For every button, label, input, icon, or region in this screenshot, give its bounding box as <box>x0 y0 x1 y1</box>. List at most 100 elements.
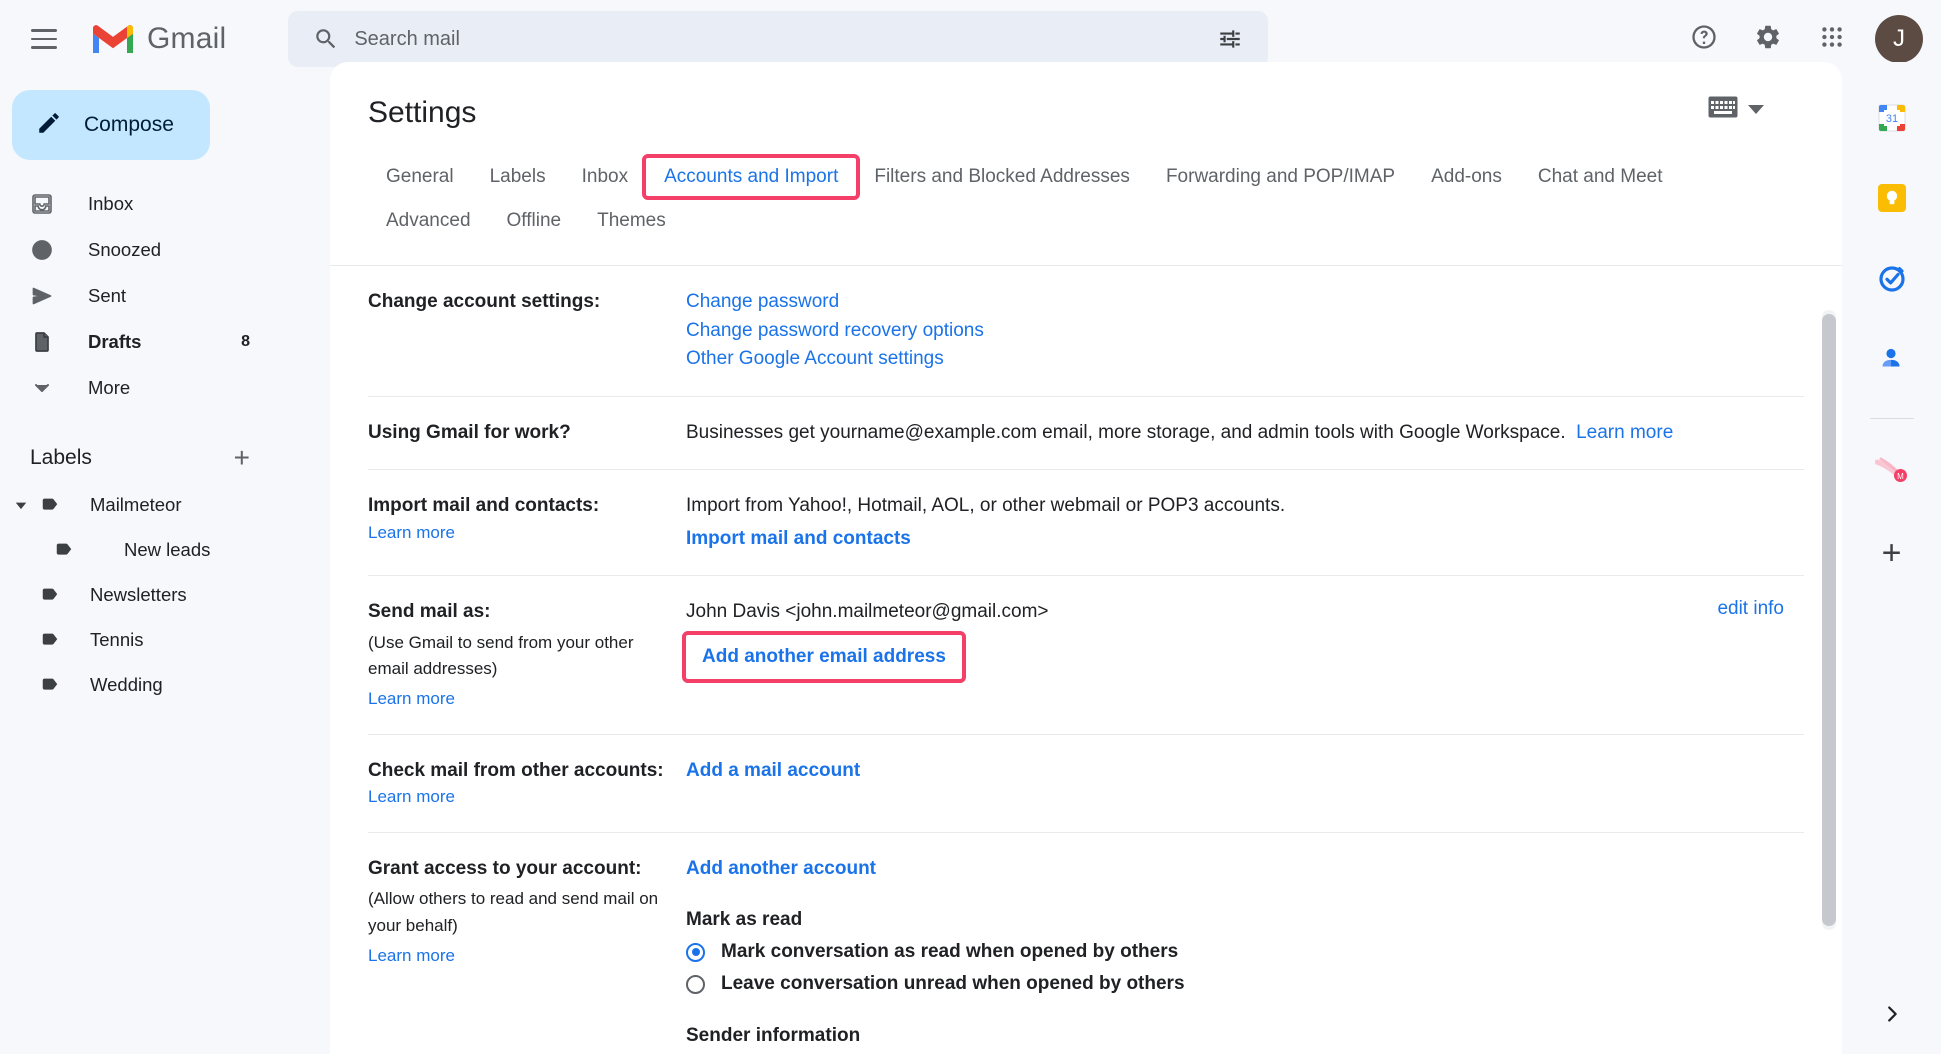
compose-button[interactable]: Compose <box>12 90 210 160</box>
settings-tabs: General Labels Inbox Accounts and Import Fil… <box>368 154 1788 240</box>
labels-header-label: Labels <box>30 446 92 469</box>
sidebar: Compose Inbox Snoozed Sent Drafts 8 More Labe… <box>0 78 330 1054</box>
tag-icon <box>34 674 68 696</box>
sidebar-label-text: Wedding <box>90 674 163 695</box>
side-panel-expand-button[interactable] <box>1881 1001 1903 1032</box>
tab-accounts-and-import[interactable]: Accounts and Import <box>642 154 861 200</box>
sidebar-item-snoozed[interactable]: Snoozed <box>0 228 330 272</box>
mark-as-read-option-1[interactable]: Leave conversation unread when opened by… <box>686 973 1804 995</box>
radio-button[interactable] <box>686 974 705 994</box>
import-mail-and-contacts-link[interactable]: Import mail and contacts <box>686 525 911 554</box>
import-description: Import from Yahoo!, Hotmail, AOL, or oth… <box>686 495 1286 516</box>
search-input[interactable] <box>348 26 1209 52</box>
add-another-email-address-link[interactable]: Add another email address <box>702 643 946 672</box>
mark-as-read-option-0[interactable]: Mark conversation as read when opened by… <box>686 941 1804 963</box>
row-import-mail-and-contacts: Import mail and contacts: Learn more Imp… <box>368 470 1804 576</box>
side-panel-contacts-button[interactable] <box>1864 332 1920 388</box>
sidebar-item-label: More <box>88 377 131 398</box>
google-calendar-icon: 31 <box>1876 102 1908 139</box>
import-learn-more-link[interactable]: Learn more <box>368 520 455 546</box>
row-using-gmail-for-work: Using Gmail for work? Businesses get you… <box>368 397 1804 470</box>
tab-chat-and-meet[interactable]: Chat and Meet <box>1520 158 1681 196</box>
radio-button[interactable] <box>686 942 705 962</box>
page-title: Settings <box>368 96 477 129</box>
sidebar-item-count: 8 <box>241 333 250 350</box>
tag-icon <box>34 494 68 516</box>
change-password-link[interactable]: Change password <box>686 288 839 317</box>
tab-themes[interactable]: Themes <box>579 202 684 240</box>
edit-info-link[interactable]: edit info <box>1717 598 1784 620</box>
sidebar-label-text: Mailmeteor <box>90 494 182 515</box>
settings-content: Change account settings: Change password… <box>330 266 1842 1054</box>
settings-button[interactable] <box>1741 12 1795 66</box>
check-mail-learn-more-link[interactable]: Learn more <box>368 784 455 810</box>
sidebar-label-newsletters[interactable]: Newsletters <box>0 573 330 617</box>
grant-access-note: (Allow others to read and send mail on y… <box>368 889 659 935</box>
sidebar-item-label: Drafts <box>88 331 142 352</box>
side-panel-add-button[interactable]: + <box>1864 525 1920 581</box>
side-panel-tasks-button[interactable] <box>1864 252 1920 308</box>
sidebar-nav: Inbox Snoozed Sent Drafts 8 More <box>0 182 330 410</box>
gmail-for-work-learn-more-link[interactable]: Learn more <box>1576 419 1673 448</box>
tab-forwarding-and-pop-imap[interactable]: Forwarding and POP/IMAP <box>1148 158 1413 196</box>
send-mail-as-learn-more-link[interactable]: Learn more <box>368 686 455 712</box>
settings-card: Settings General Labels Inbox Accounts and … <box>330 62 1842 1054</box>
sidebar-item-sent[interactable]: Sent <box>0 274 330 318</box>
sidebar-label-new-leads[interactable]: New leads <box>0 528 330 572</box>
svg-text:M: M <box>1897 472 1904 481</box>
side-panel-divider <box>1869 418 1914 419</box>
tab-add-ons[interactable]: Add-ons <box>1413 158 1520 196</box>
keyboard-icon <box>1708 96 1738 123</box>
google-apps-button[interactable] <box>1805 12 1859 66</box>
radio-label: Leave conversation unread when opened by… <box>721 973 1185 995</box>
row-label: Grant access to your account: <box>368 857 642 879</box>
tab-general[interactable]: General <box>368 158 472 196</box>
tab-advanced[interactable]: Advanced <box>368 202 489 240</box>
mark-as-read-radio-group: Mark conversation as read when opened by… <box>686 941 1804 995</box>
sidebar-item-label: Inbox <box>88 193 134 214</box>
sidebar-item-drafts[interactable]: Drafts 8 <box>0 320 330 364</box>
row-check-mail-from-other-accounts: Check mail from other accounts: Learn mo… <box>368 735 1804 833</box>
side-panel-calendar-button[interactable]: 31 <box>1864 92 1920 148</box>
settings-scrollbar-thumb[interactable] <box>1822 314 1836 926</box>
sidebar-label-mailmeteor[interactable]: Mailmeteor <box>0 483 330 527</box>
tab-labels[interactable]: Labels <box>472 158 564 196</box>
side-panel-mailmeteor-button[interactable]: M <box>1864 445 1920 501</box>
grant-access-learn-more-link[interactable]: Learn more <box>368 943 455 969</box>
row-label: Using Gmail for work? <box>368 421 571 443</box>
apps-grid-icon <box>1819 24 1845 55</box>
avatar[interactable]: J <box>1875 15 1923 63</box>
other-google-account-settings-link[interactable]: Other Google Account settings <box>686 345 944 374</box>
add-a-mail-account-link[interactable]: Add a mail account <box>686 757 860 786</box>
input-tools-button[interactable] <box>1708 96 1764 123</box>
labels-header: Labels + <box>0 434 330 482</box>
sidebar-item-more[interactable]: More <box>0 366 330 410</box>
gmail-m-icon <box>91 22 135 56</box>
sidebar-label-text: New leads <box>124 539 211 560</box>
add-another-email-address-highlight: Add another email address <box>682 630 966 683</box>
side-panel-keep-button[interactable] <box>1864 172 1920 228</box>
sidebar-label-tennis[interactable]: Tennis <box>0 618 330 662</box>
sidebar-item-inbox[interactable]: Inbox <box>0 182 330 226</box>
tab-offline[interactable]: Offline <box>489 202 580 240</box>
tab-inbox[interactable]: Inbox <box>564 158 646 196</box>
add-another-account-link[interactable]: Add another account <box>686 855 876 884</box>
radio-label: Mark conversation as read when opened by… <box>721 941 1179 963</box>
gear-icon <box>1754 23 1782 56</box>
change-password-recovery-link[interactable]: Change password recovery options <box>686 317 984 346</box>
search-bar[interactable] <box>288 11 1269 67</box>
google-contacts-icon <box>1877 343 1907 378</box>
send-mail-as-account: John Davis <john.mailmeteor@gmail.com> <box>686 601 1049 622</box>
sidebar-label-wedding[interactable]: Wedding <box>0 663 330 707</box>
clock-icon <box>30 238 64 262</box>
sidebar-item-label: Snoozed <box>88 239 162 260</box>
search-options-icon[interactable] <box>1208 17 1252 61</box>
main-menu-button[interactable] <box>15 10 73 68</box>
hamburger-icon <box>31 29 57 49</box>
gmail-logo[interactable]: Gmail <box>91 22 226 56</box>
help-button[interactable] <box>1677 12 1731 66</box>
plus-icon[interactable]: + <box>234 444 250 472</box>
caret-down-icon[interactable] <box>8 498 34 512</box>
sidebar-label-text: Newsletters <box>90 584 187 605</box>
tab-filters-and-blocked-addresses[interactable]: Filters and Blocked Addresses <box>856 158 1148 196</box>
